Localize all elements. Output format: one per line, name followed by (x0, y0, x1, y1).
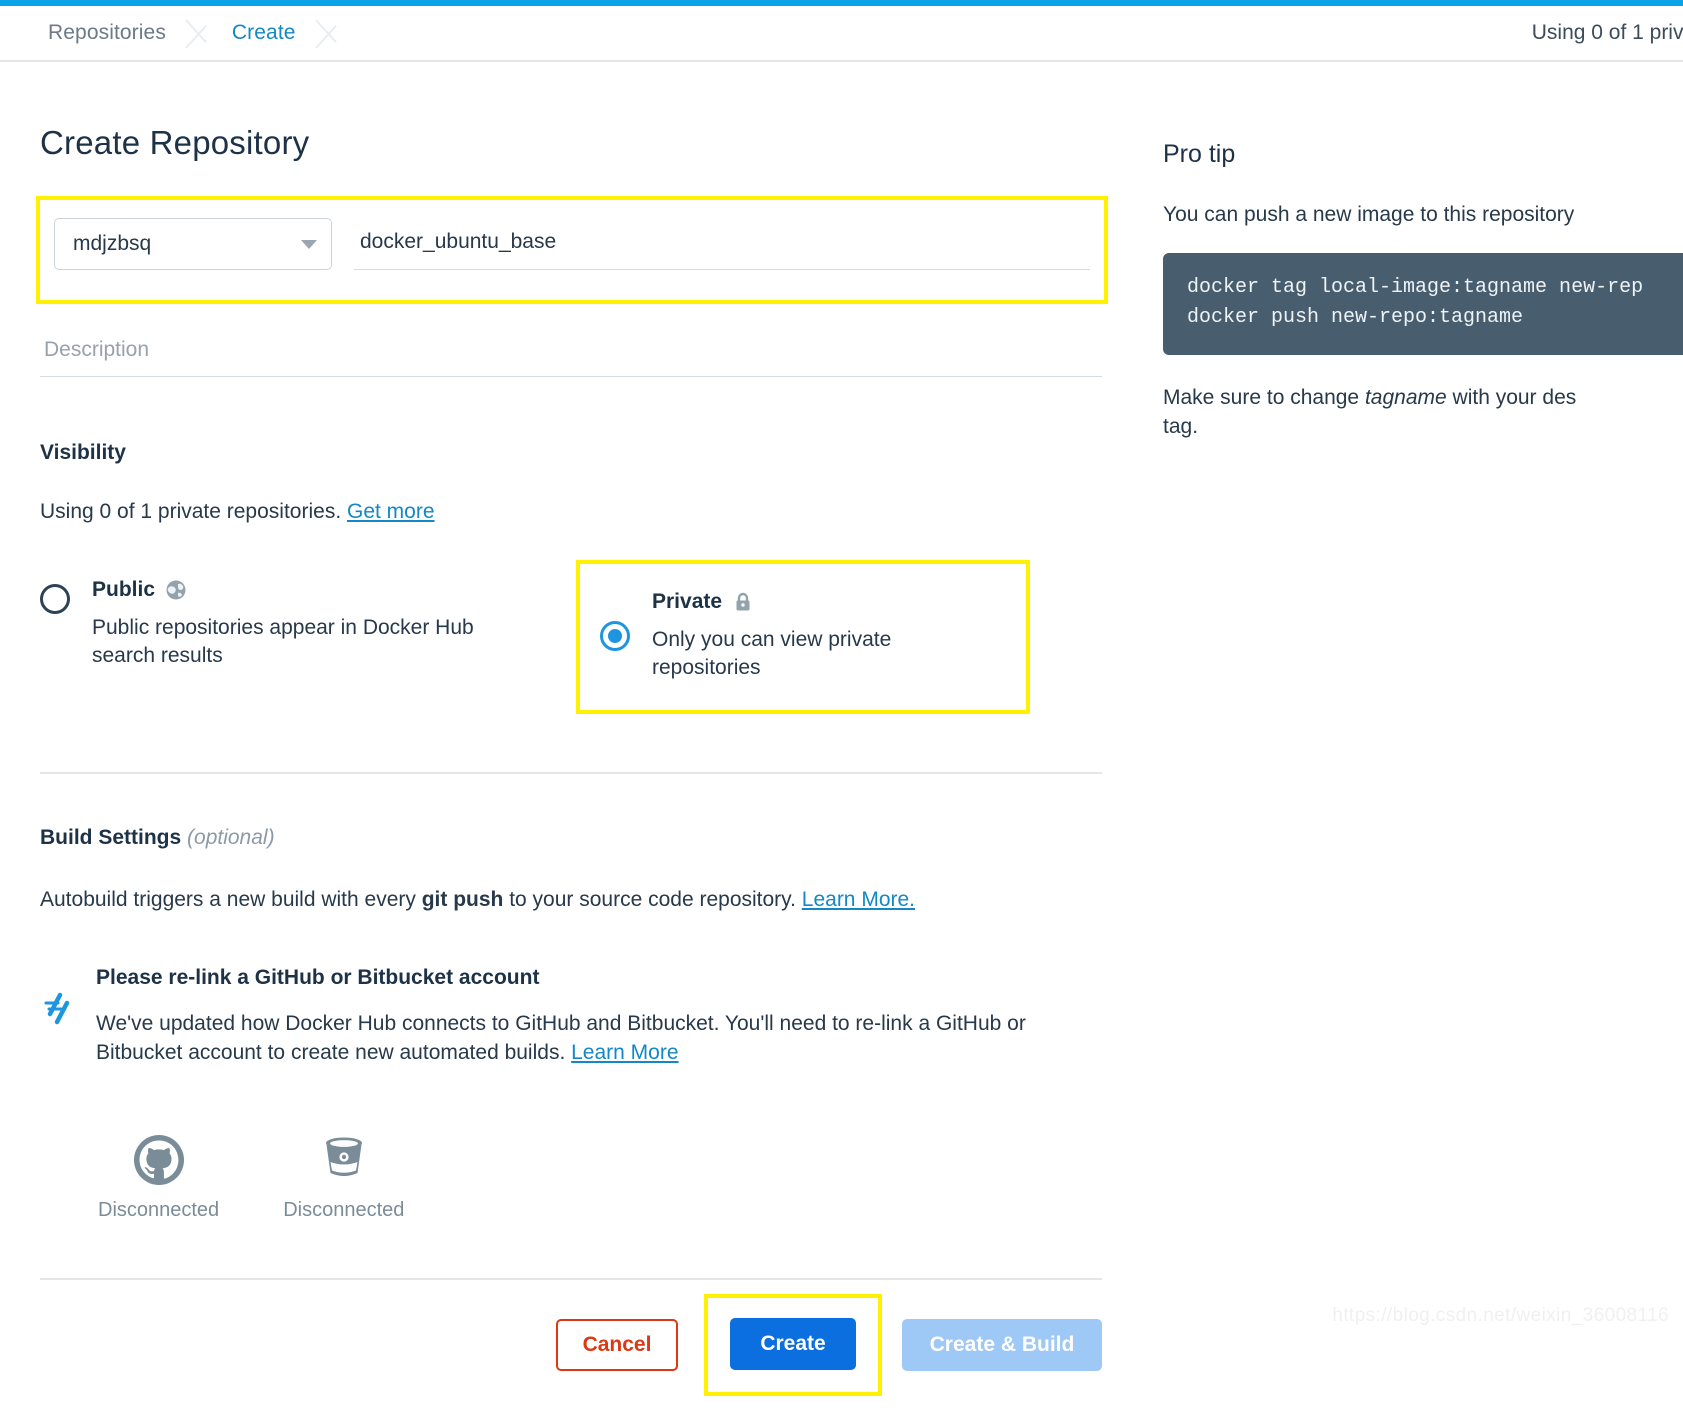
visibility-option-private[interactable]: Private Only you can view private reposi… (576, 560, 1030, 715)
build-settings-optional-label: (optional) (187, 826, 275, 850)
build-settings-title: Build Settings (optional) (40, 826, 1100, 850)
create-button[interactable]: Create (730, 1317, 856, 1370)
header-quota-note: Using 0 of 1 privat (1531, 21, 1683, 44)
build-settings-title-text: Build Settings (40, 826, 182, 850)
get-more-link[interactable]: Get more (347, 500, 435, 523)
github-icon (132, 1133, 186, 1187)
pro-tip-footer-line2: tag. (1163, 415, 1199, 439)
provider-tiles: Disconnected Disconnected (40, 1133, 1100, 1222)
pro-tip-footer-italic: tagname (1364, 386, 1447, 409)
visibility-private-description: Only you can view private repositories (652, 628, 892, 680)
build-desc-suffix: to your source code repository. (503, 888, 802, 912)
visibility-private-label-row: Private (652, 590, 1002, 614)
build-learn-more-link[interactable]: Learn More. (802, 888, 915, 911)
provider-bitbucket[interactable]: Disconnected (283, 1133, 404, 1222)
pro-tip-intro: You can push a new image to this reposit… (1163, 203, 1575, 226)
pro-tip-footer-prefix: Make sure to change (1163, 386, 1365, 409)
breadcrumb-header: Repositories Create Using 0 of 1 privat (0, 6, 1683, 62)
relink-notice-title: Please re-link a GitHub or Bitbucket acc… (96, 966, 540, 990)
visibility-quota-text: Using 0 of 1 private repositories. (40, 500, 342, 523)
breadcrumb: Repositories Create (0, 6, 362, 60)
page-title: Create Repository (40, 124, 310, 161)
relink-notice: Please re-link a GitHub or Bitbucket acc… (40, 966, 1100, 1067)
relink-notice-body: We've updated how Docker Hub connects to… (96, 1010, 1100, 1067)
bitbucket-status: Disconnected (283, 1198, 405, 1221)
pro-tip-footer-suffix: with your des (1446, 386, 1577, 409)
namespace-select[interactable]: mdjzbsq (54, 218, 332, 270)
pro-tip-code-block[interactable]: docker tag local-image:tagname new-rep d… (1163, 253, 1683, 355)
build-settings-description: Autobuild triggers a new build with ever… (40, 888, 1100, 912)
breadcrumb-chevron-icon (314, 5, 344, 61)
watermark: https://blog.csdn.net/weixin_36008116 (1332, 1305, 1669, 1326)
github-status: Disconnected (98, 1198, 220, 1221)
form-actions: Cancel Create Create & Build (40, 1280, 1102, 1414)
build-desc-prefix: Autobuild triggers a new build with ever… (40, 888, 422, 912)
relink-body-text: We've updated how Docker Hub connects to… (96, 1012, 1026, 1064)
visibility-public-description: Public repositories appear in Docker Hub… (92, 616, 474, 668)
repository-name-row: mdjzbsq docker_ubuntu_base (36, 196, 1108, 304)
chevron-down-icon (301, 239, 317, 249)
visibility-private-label: Private (652, 590, 723, 613)
bitbucket-icon (317, 1133, 371, 1187)
breadcrumb-item-repositories[interactable]: Repositories (48, 21, 184, 45)
code-line: docker tag local-image:tagname new-rep (1187, 276, 1644, 299)
lock-icon (732, 591, 754, 613)
pro-tip-footer: Make sure to change tagname with your de… (1163, 383, 1683, 442)
visibility-option-public[interactable]: Public Public repositories appear in Doc… (40, 560, 540, 670)
provider-github[interactable]: Disconnected (98, 1133, 219, 1222)
repository-name-input[interactable]: docker_ubuntu_base (354, 218, 1090, 270)
relink-learn-more-link[interactable]: Learn More (571, 1041, 678, 1064)
visibility-section-title: Visibility (40, 441, 126, 464)
section-divider (40, 772, 1102, 775)
radio-private[interactable] (600, 621, 630, 652)
pro-tip-title: Pro tip (1163, 140, 1236, 168)
build-desc-bold: git push (421, 888, 504, 912)
breadcrumb-item-create[interactable]: Create (232, 21, 314, 45)
globe-icon (165, 579, 187, 601)
visibility-public-label: Public (92, 578, 156, 601)
pro-tip-panel: Pro tip You can push a new image to this… (1140, 62, 1683, 442)
visibility-public-label-row: Public (92, 578, 522, 602)
code-line: docker push new-repo:tagname (1187, 306, 1524, 329)
breadcrumb-chevron-icon (184, 5, 214, 61)
namespace-value: mdjzbsq (73, 232, 152, 255)
main-column: Create Repository mdjzbsq docker_ubuntu_… (0, 62, 1140, 1414)
link-broken-icon (40, 992, 74, 1032)
visibility-options: Public Public repositories appear in Doc… (40, 560, 1100, 715)
radio-public[interactable] (40, 584, 70, 614)
visibility-quota-line: Using 0 of 1 private repositories. Get m… (40, 500, 1100, 524)
description-input[interactable]: Description (40, 334, 1102, 377)
